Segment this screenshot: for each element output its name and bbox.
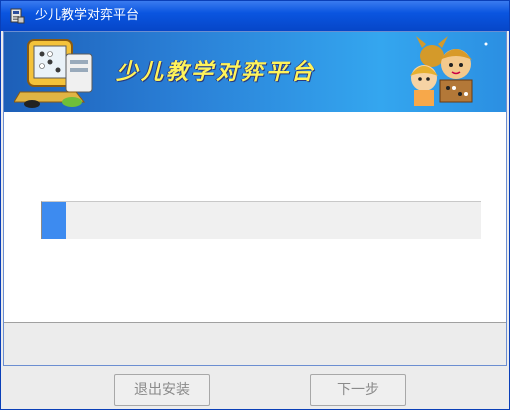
banner-title: 少儿教学对弈平台	[116, 60, 317, 85]
installer-icon	[10, 8, 25, 24]
content-area	[4, 112, 506, 322]
window-title: 少儿教学对弈平台	[35, 8, 140, 23]
button-bar	[2, 367, 508, 409]
computer-chess-icon	[14, 39, 93, 108]
progress-bar	[41, 201, 481, 239]
progress-fill	[42, 202, 67, 239]
installer-window: 少儿教学对弈平台 少儿教学对弈平台 退出安装 下一步	[0, 0, 510, 410]
title-bar[interactable]: 少儿教学对弈平台	[1, 1, 509, 31]
next-step-button[interactable]: 下一步	[310, 374, 406, 406]
exit-install-button[interactable]: 退出安装	[114, 374, 210, 406]
banner: 少儿教学对弈平台	[4, 32, 506, 112]
status-footer	[4, 322, 506, 364]
kids-illustration	[410, 36, 488, 106]
